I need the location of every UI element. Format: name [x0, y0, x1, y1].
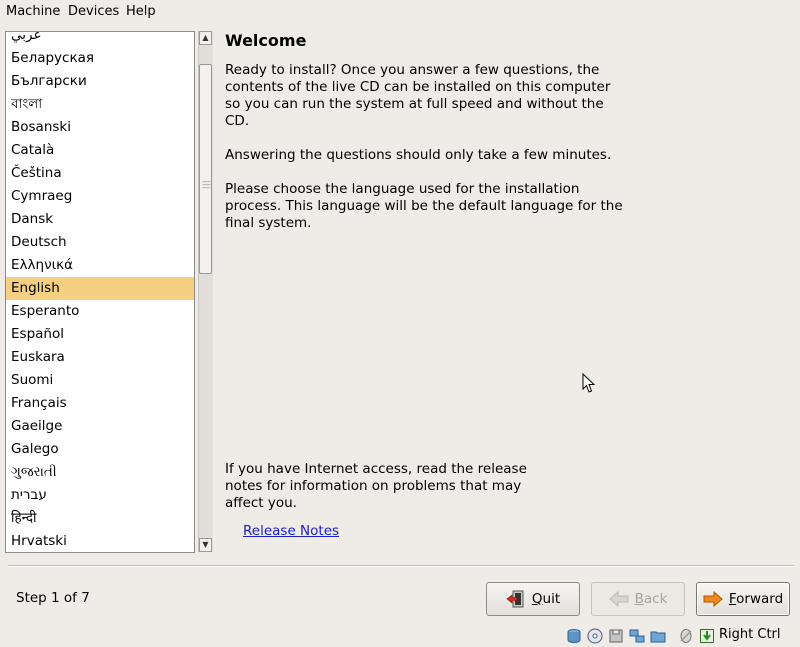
network-icon[interactable]: [629, 628, 645, 644]
forward-label: Forward: [728, 591, 784, 607]
language-item[interactable]: Čeština: [6, 162, 194, 185]
menubar: Machine Devices Help: [0, 0, 800, 24]
language-instruction-text: Please choose the language used for the …: [225, 181, 623, 231]
scroll-up-button[interactable]: ▲: [199, 31, 212, 45]
language-item[interactable]: Български: [6, 70, 194, 93]
menu-help[interactable]: Help: [126, 4, 156, 19]
host-key-icon[interactable]: [699, 628, 715, 644]
time-text: Answering the questions should only take…: [225, 147, 612, 163]
scroll-thumb[interactable]: — — —: [199, 64, 212, 274]
mouse-cursor-icon: [582, 373, 596, 393]
step-indicator: Step 1 of 7: [16, 590, 90, 606]
language-list[interactable]: عربي Беларуская Български বাংলা Bosanski Cata…: [5, 31, 195, 553]
language-item[interactable]: Bosanski: [6, 116, 194, 139]
language-item[interactable]: हिन्दी: [6, 507, 194, 530]
scroll-down-button[interactable]: ▼: [199, 538, 212, 552]
language-item[interactable]: ગુજરાતી: [6, 461, 194, 484]
back-arrow-icon: [608, 591, 629, 607]
grip-icon: — — —: [202, 177, 211, 193]
menu-machine[interactable]: Machine: [6, 4, 60, 19]
intro-text: Ready to install? Once you answer a few …: [225, 62, 611, 129]
language-item[interactable]: Hrvatski: [6, 530, 194, 552]
footer-separator: [8, 565, 794, 567]
back-button[interactable]: Back: [591, 582, 685, 616]
language-item[interactable]: Беларуская: [6, 47, 194, 70]
language-item[interactable]: عربي: [6, 32, 194, 47]
language-item[interactable]: Euskara: [6, 346, 194, 369]
language-item[interactable]: Dansk: [6, 208, 194, 231]
language-item[interactable]: Français: [6, 392, 194, 415]
quit-button[interactable]: Quit: [486, 582, 580, 616]
language-rows: عربي Беларуская Български বাংলা Bosanski Cata…: [6, 32, 194, 552]
language-item[interactable]: עברית: [6, 484, 194, 507]
shared-folder-icon[interactable]: [650, 628, 666, 644]
quit-label: Quit: [531, 591, 561, 607]
host-key-label: Right Ctrl: [719, 627, 781, 642]
quit-icon: [506, 590, 524, 608]
cd-icon[interactable]: [587, 628, 603, 644]
language-item[interactable]: Català: [6, 139, 194, 162]
forward-button[interactable]: Forward: [696, 582, 790, 616]
hard-disk-icon[interactable]: [566, 628, 582, 644]
language-item[interactable]: Deutsch: [6, 231, 194, 254]
language-item[interactable]: Esperanto: [6, 300, 194, 323]
language-item[interactable]: Gaeilge: [6, 415, 194, 438]
page-title: Welcome: [225, 31, 307, 50]
language-item[interactable]: Español: [6, 323, 194, 346]
language-item[interactable]: Suomi: [6, 369, 194, 392]
release-notes-info-text: If you have Internet access, read the re…: [225, 461, 527, 511]
mouse-integration-icon[interactable]: [678, 628, 694, 644]
language-list-scrollbar[interactable]: ▲ — — — ▼: [198, 31, 213, 552]
menu-devices[interactable]: Devices: [68, 4, 119, 19]
forward-arrow-icon: [703, 591, 723, 607]
release-notes-link[interactable]: Release Notes: [243, 523, 339, 539]
floppy-icon[interactable]: [608, 628, 624, 644]
back-label: Back: [634, 591, 668, 607]
language-item[interactable]: English: [6, 277, 194, 300]
language-item[interactable]: Galego: [6, 438, 194, 461]
language-item[interactable]: বাংলা: [6, 93, 194, 116]
language-item[interactable]: Cymraeg: [6, 185, 194, 208]
language-item[interactable]: Ελληνικά: [6, 254, 194, 277]
